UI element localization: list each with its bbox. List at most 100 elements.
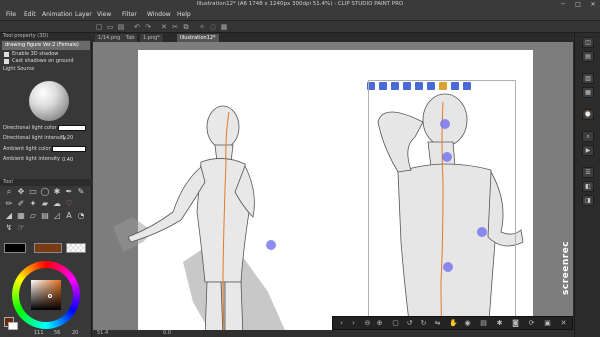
auto-select-icon[interactable]: ✱ [52,187,62,197]
text-icon[interactable]: A [64,211,74,221]
close-nav-icon[interactable]: ✕ [559,319,568,328]
history-icon[interactable]: ⌚ [582,109,594,120]
menu-bar: File Edit Animation Layer View Filter Wi… [0,10,600,21]
menu-edit[interactable]: Edit [24,11,36,18]
animation-icon[interactable]: ◧ [582,181,594,192]
clear-icon[interactable]: ✕ [160,23,168,31]
flip-icon[interactable]: ⇋ [433,319,442,328]
layer-prop-icon[interactable]: ▥ [582,73,594,84]
camera-icon[interactable]: ◙ [511,319,520,328]
tab-illustration12[interactable]: Illustration12* [177,34,220,42]
eraser-icon[interactable]: ▰ [40,199,50,209]
cast-shadow-checkbox[interactable] [4,59,9,64]
menu-window[interactable]: Window [147,11,171,18]
rotate-left-icon[interactable]: ↺ [405,319,414,328]
material-icon[interactable]: ▦ [582,87,594,98]
eyedropper-icon[interactable]: ✒ [64,187,74,197]
tab-tab[interactable]: Tab [123,34,139,42]
pen-icon[interactable]: ✎ [76,187,86,197]
color-picker-cursor[interactable] [48,294,52,298]
zoom-out-icon[interactable]: ⊖ [363,319,372,328]
menu-help[interactable]: Help [177,11,191,18]
ambient-color-swatch[interactable] [52,146,86,152]
operation-icon[interactable]: ☞ [16,223,26,233]
auto-action-icon[interactable]: ▶ [582,145,594,156]
new-icon[interactable]: ▢ [95,23,103,31]
dir-light-intensity-value[interactable]: 1.20 [62,135,73,141]
lasso-tool-icon[interactable]: ◯ [40,187,50,197]
menu-animation[interactable]: Animation [42,11,73,18]
zoom-readout[interactable]: 51.4 [97,330,108,336]
main-color-swatch[interactable] [4,243,26,253]
save-view-icon[interactable]: ▣ [543,319,552,328]
heart-icon[interactable]: ♡ [64,199,74,209]
figure-icon[interactable]: ▱ [28,211,38,221]
pencil-icon[interactable]: ✏ [4,199,14,209]
hand-icon[interactable]: ✋ [449,319,458,328]
dir-light-color-swatch[interactable] [58,125,86,131]
navigator-icon[interactable]: ◫ [582,37,594,48]
tool-property-panel: Tool property (3D) drawing figure Ver.2 … [0,33,92,337]
undo-icon[interactable]: ↶ [133,23,141,31]
color-square[interactable] [31,280,61,310]
layers-panel-icon[interactable]: ☰ [582,167,594,178]
close-icon[interactable]: ✕ [586,0,600,10]
open-icon[interactable]: ▭ [106,23,114,31]
zoom-icon[interactable]: ⌕ [4,187,14,197]
gradient-icon[interactable]: ▦ [16,211,26,221]
lasso-icon[interactable]: ◌ [209,23,217,31]
move-icon[interactable]: ✥ [16,187,26,197]
reset-icon[interactable]: ◉ [463,319,472,328]
cut-icon[interactable]: ✂ [171,23,179,31]
minimize-icon[interactable]: ─ [556,0,570,10]
fit-icon[interactable]: ▢ [391,319,400,328]
item-bank-icon[interactable]: ◨ [582,195,594,206]
brush-icon[interactable]: ✐ [16,199,26,209]
transparent-swatch[interactable] [66,243,86,253]
female-figure [127,105,255,337]
layer-icon[interactable]: ▤ [479,319,488,328]
color-wheel[interactable] [12,261,80,329]
maximize-icon[interactable]: □ [571,0,585,10]
fill-icon[interactable]: ◢ [4,211,14,221]
enable-shadow-checkbox[interactable] [4,52,9,57]
frame-icon[interactable]: ▤ [40,211,50,221]
command-bar: ▢ ▭ ▤ ↶ ↷ ✕ ✂ ⧉ ✧ ◌ ▦ [0,21,600,33]
next-icon[interactable]: › [349,319,358,328]
tab-1-14[interactable]: 1/14.png [95,34,125,42]
menu-file[interactable]: File [6,11,16,18]
sub-color-swatch[interactable] [34,243,62,253]
search-layer-icon[interactable]: ⌕ [582,131,594,142]
save-icon[interactable]: ▤ [117,23,125,31]
settings-icon[interactable]: ✧ [198,23,206,31]
background-color[interactable] [8,322,18,330]
status-bar: 51.4 0.0 [93,330,573,337]
balloon-icon[interactable]: ◔ [76,211,86,221]
menu-filter[interactable]: Filter [122,11,137,18]
ruler-icon[interactable]: ◿ [52,211,62,221]
ambient-intensity-value[interactable]: 0.40 [62,157,73,163]
right-dock: ◫ ▤ ▥ ▦ ⌚ ⌕ ▶ ☰ ◧ ◨ [574,33,600,337]
correct-line-icon[interactable]: ↯ [4,223,14,233]
rotate-right-icon[interactable]: ↻ [419,319,428,328]
document-tabs: 1/14.png Tab 1.png* Illustration12* [93,33,573,42]
joint-handle-left [266,240,276,250]
angle-readout[interactable]: 0.0 [163,330,171,336]
rotate-view-icon[interactable]: ⟳ [527,319,536,328]
sub-tool-name-bar[interactable]: drawing figure Ver.2 (Female) [2,41,90,50]
zoom-in-icon[interactable]: ⊕ [375,319,384,328]
menu-layer[interactable]: Layer [75,11,92,18]
sub-view-icon[interactable]: ▤ [582,51,594,62]
copy-icon[interactable]: ⧉ [182,23,190,31]
menu-view[interactable]: View [97,11,111,18]
airbrush-icon[interactable]: ✦ [28,199,38,209]
prev-icon[interactable]: ‹ [337,319,346,328]
redo-icon[interactable]: ↷ [144,23,152,31]
selection-icon[interactable]: ▭ [28,187,38,197]
light-source-sphere[interactable] [29,81,69,121]
canvas-area[interactable] [93,42,573,337]
blend-icon[interactable]: ☁ [52,199,62,209]
tab-1-png[interactable]: 1.png* [140,34,164,42]
pin-icon[interactable]: ✱ [495,319,504,328]
grid-icon[interactable]: ▦ [220,23,228,31]
